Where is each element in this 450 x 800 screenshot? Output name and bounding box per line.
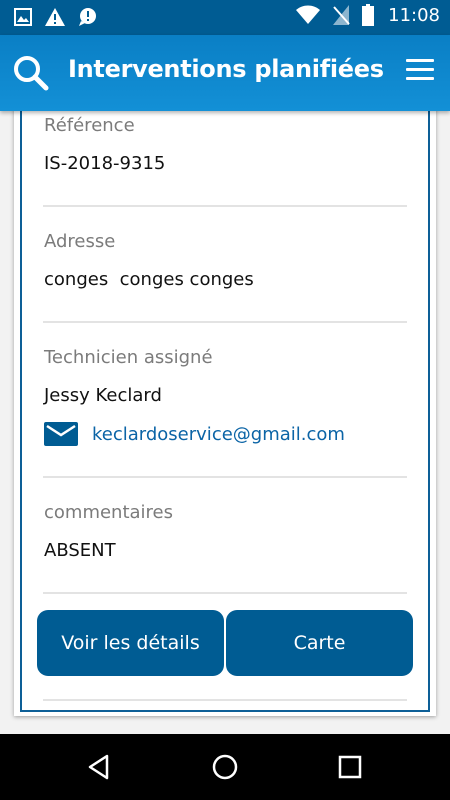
status-right-icons: 11:08 (296, 4, 440, 26)
map-label: Carte (293, 632, 346, 654)
menu-icon (406, 59, 434, 80)
view-details-label: Voir les détails (61, 632, 200, 654)
address-value: conges conges conges (44, 269, 254, 290)
reference-value: IS-2018-9315 (44, 153, 166, 174)
recents-icon (338, 755, 362, 779)
map-button[interactable]: Carte (226, 610, 413, 676)
warning-icon (45, 8, 65, 26)
back-button[interactable] (82, 750, 116, 784)
mail-icon (44, 422, 78, 446)
technician-name: Jessy Keclard (44, 385, 162, 406)
comments-label: commentaires (44, 502, 174, 523)
address-label: Adresse (44, 231, 116, 252)
technician-email[interactable]: keclardoservice@gmail.com (92, 424, 345, 445)
divider (43, 699, 407, 701)
page-title: Interventions planifiées (68, 55, 384, 83)
chat-alert-icon (79, 8, 96, 26)
no-sim-icon (333, 5, 350, 25)
image-icon (14, 8, 32, 26)
battery-icon (362, 4, 375, 26)
back-icon (88, 754, 109, 780)
recents-button[interactable] (333, 750, 367, 784)
search-icon (14, 56, 49, 91)
home-icon (212, 754, 238, 780)
divider (43, 205, 407, 207)
technician-label: Technicien assigné (44, 347, 213, 368)
technician-email-link[interactable]: keclardoservice@gmail.com (44, 422, 345, 446)
wifi-icon (296, 5, 321, 24)
divider (43, 592, 407, 594)
comments-value: ABSENT (44, 540, 116, 561)
search-button[interactable] (12, 54, 50, 92)
status-time: 11:08 (388, 4, 440, 26)
view-details-button[interactable]: Voir les détails (37, 610, 224, 676)
app-bar: Interventions planifiées (0, 35, 450, 111)
system-nav-bar (0, 734, 450, 800)
home-button[interactable] (208, 750, 242, 784)
reference-label: Référence (44, 115, 135, 136)
menu-button[interactable] (406, 59, 434, 87)
status-bar: 11:08 (0, 0, 450, 35)
status-left-icons (14, 7, 100, 27)
divider (43, 476, 407, 478)
divider (43, 321, 407, 323)
